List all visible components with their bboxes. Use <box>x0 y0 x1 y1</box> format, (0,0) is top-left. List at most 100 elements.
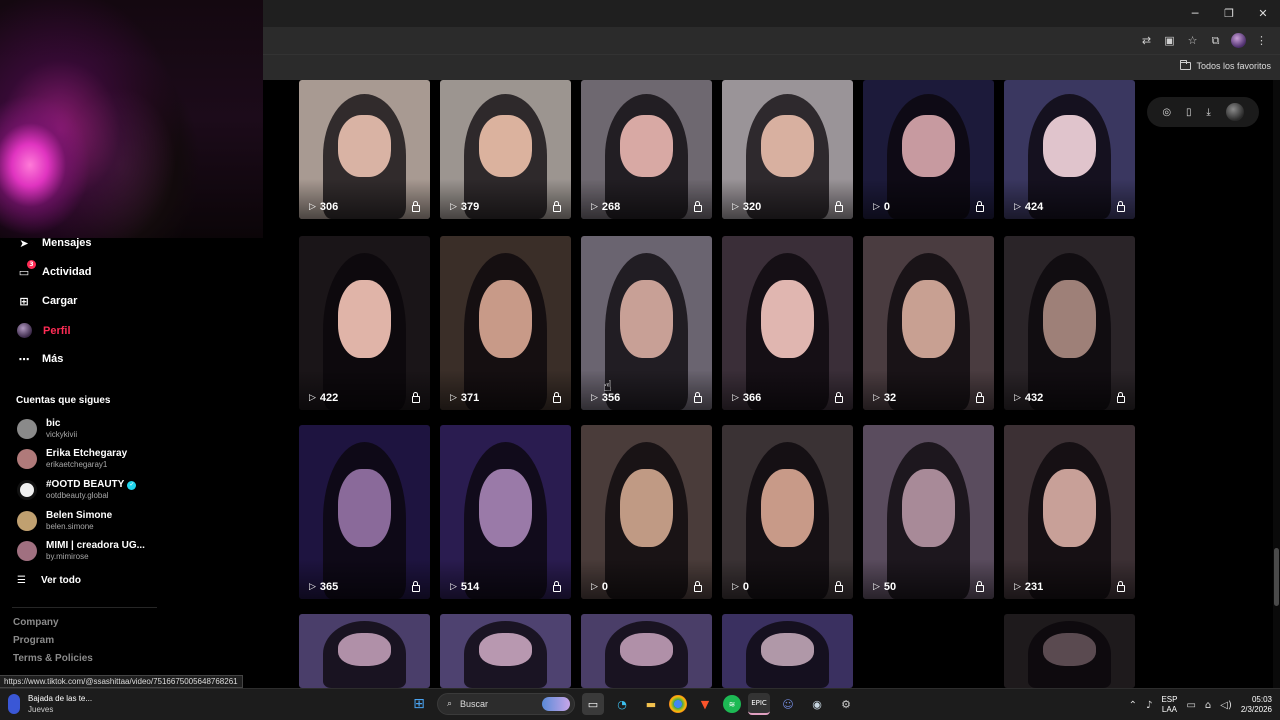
thumbnail-shade <box>440 179 571 219</box>
thumbnail-face <box>620 114 673 178</box>
play-icon: ▷ <box>873 582 880 592</box>
footer-link-program[interactable]: Program <box>13 635 54 646</box>
footer-link-terms[interactable]: Terms & Policies <box>13 653 93 664</box>
lock-icon <box>412 581 420 592</box>
avatar[interactable] <box>1225 103 1244 121</box>
play-count-value: 365 <box>319 581 339 593</box>
video-thumbnail[interactable]: ▷ 306 <box>299 80 430 219</box>
video-thumbnail[interactable]: ▷ 365 <box>299 425 430 599</box>
video-thumbnail[interactable] <box>440 614 571 688</box>
bookmarks-bar: Todos los favoritos <box>263 54 1280 80</box>
menu-icon[interactable]: ⋮ <box>1253 32 1270 49</box>
video-thumbnail[interactable]: ▷ 432 <box>1004 236 1135 410</box>
following-account[interactable]: bic vickykivii <box>17 418 77 440</box>
video-thumbnail[interactable]: ▷ 231 <box>1004 425 1135 599</box>
brave-icon[interactable]: ▼ <box>694 693 716 715</box>
video-thumbnail[interactable]: ▷ 366 <box>722 236 853 410</box>
video-thumbnail[interactable] <box>581 614 712 688</box>
video-thumbnail[interactable]: ▷ 424 <box>1004 80 1135 219</box>
video-thumbnail[interactable]: ▷ 0 <box>722 425 853 599</box>
video-thumbnail[interactable]: ▷ 514 <box>440 425 571 599</box>
video-thumbnail[interactable]: ▷ 379 <box>440 80 571 219</box>
play-count-value: 432 <box>1024 392 1044 404</box>
account-username: vickykivii <box>46 430 78 439</box>
windows-start-icon[interactable]: ⊞ <box>408 693 430 715</box>
account-name: bic <box>46 418 61 429</box>
extensions-icon[interactable]: ⧉ <box>1207 32 1224 49</box>
following-account[interactable]: Belen Simone belen.simone <box>17 510 112 532</box>
chrome-icon[interactable] <box>669 695 687 713</box>
video-thumbnail[interactable]: ▷ 320 <box>722 80 853 219</box>
profile-avatar[interactable] <box>1230 32 1247 49</box>
video-thumbnail[interactable]: ▷ 371 <box>440 236 571 410</box>
translate-icon[interactable]: ⇄ <box>1138 32 1155 49</box>
play-icon: ▷ <box>732 202 739 212</box>
taskbar: Bajada de las te... Jueves ⊞ ⌕ Buscar ▭ … <box>0 688 1280 720</box>
play-icon: ▷ <box>309 582 316 592</box>
clock[interactable]: 05:03 2/3/2026 <box>1241 695 1272 715</box>
lock-icon <box>835 581 843 592</box>
download-icon[interactable]: ⤓ <box>1206 107 1210 118</box>
settings-icon[interactable]: ⚙ <box>835 693 857 715</box>
nav-activity[interactable]: ▭ 3 Actividad <box>17 260 92 279</box>
following-account[interactable]: MIMI | creadora UG... by.mimirose <box>17 540 145 562</box>
discord-icon[interactable]: ☺ <box>777 693 799 715</box>
lock-icon <box>694 201 702 212</box>
lock-icon <box>412 392 420 403</box>
compass-icon[interactable]: ◎ <box>1162 107 1171 118</box>
chevron-up-icon[interactable]: ⌃ <box>1129 700 1137 711</box>
task-view-icon[interactable]: ▭ <box>582 693 604 715</box>
account-name-row: #OOTD BEAUTY ✓ <box>46 479 137 491</box>
play-count-value: 422 <box>319 392 339 404</box>
taskbar-widget[interactable]: Bajada de las te... Jueves <box>8 693 92 715</box>
video-thumbnail[interactable]: ▷ 422 <box>299 236 430 410</box>
play-count: ▷ 432 <box>1014 392 1043 404</box>
thumbnail-face <box>902 468 955 547</box>
footer-link-company[interactable]: Company <box>13 617 59 628</box>
widget-subtitle: Jueves <box>28 705 54 714</box>
video-thumbnail[interactable]: ▷ 356 <box>581 236 712 410</box>
lock-icon <box>553 392 561 403</box>
floating-toolbar: ◎ ▯ ⤓ <box>1147 97 1259 127</box>
edge-icon[interactable]: ◔ <box>611 693 633 715</box>
account-name: MIMI | creadora UG... <box>46 540 145 551</box>
play-count-value: 379 <box>460 201 480 213</box>
monitor-icon[interactable]: ▭ <box>1186 700 1195 711</box>
video-thumbnail[interactable]: ▷ 32 <box>863 236 994 410</box>
file-explorer-icon[interactable]: ▬ <box>640 693 662 715</box>
star-icon[interactable]: ☆ <box>1184 32 1201 49</box>
microphone-tray-icon[interactable]: ♪ <box>1146 700 1152 711</box>
nav-messages[interactable]: ➤ Mensajes <box>17 236 91 250</box>
restore-button[interactable]: ❐ <box>1212 0 1246 27</box>
all-bookmarks-button[interactable]: Todos los favoritos <box>1180 60 1271 71</box>
volume-icon[interactable]: ◁) <box>1220 700 1232 711</box>
video-thumbnail[interactable] <box>299 614 430 688</box>
search-box[interactable]: ⌕ Buscar <box>437 693 575 715</box>
following-account[interactable]: Erika Etchegaray erikaetchegaray1 <box>17 448 127 470</box>
scrollbar-thumb[interactable] <box>1274 548 1279 606</box>
cast-icon[interactable]: ▣ <box>1161 32 1178 49</box>
spotify-icon[interactable]: ≋ <box>723 695 741 713</box>
nav-profile[interactable]: Perfil <box>17 323 71 338</box>
phone-icon[interactable]: ▯ <box>1186 107 1192 118</box>
status-bar-url: https://www.tiktok.com/@ssashittaa/video… <box>0 675 243 688</box>
video-thumbnail[interactable]: ▷ 0 <box>863 80 994 219</box>
network-icon[interactable]: ⌂ <box>1205 700 1211 711</box>
video-thumbnail[interactable] <box>863 614 994 688</box>
steam-icon[interactable]: ◉ <box>806 693 828 715</box>
video-thumbnail[interactable]: ▷ 50 <box>863 425 994 599</box>
nav-more[interactable]: ⋯ Más <box>17 352 64 366</box>
nav-upload[interactable]: ⊞ Cargar <box>17 294 77 308</box>
following-account[interactable]: #OOTD BEAUTY ✓ ootdbeauty.global <box>17 479 137 501</box>
video-thumbnail[interactable]: ▷ 268 <box>581 80 712 219</box>
minimize-button[interactable]: ─ <box>1178 0 1212 27</box>
video-thumbnail[interactable]: ▷ 0 <box>581 425 712 599</box>
see-all-button[interactable]: ☰ Ver todo <box>17 575 81 586</box>
thumbnail-shade <box>440 559 571 599</box>
language-indicator[interactable]: ESP LAA <box>1161 695 1177 715</box>
close-button[interactable]: ✕ <box>1246 0 1280 27</box>
video-thumbnail[interactable] <box>1004 614 1135 688</box>
video-thumbnail[interactable] <box>722 614 853 688</box>
thumbnail-face <box>338 114 391 178</box>
epic-games-icon[interactable]: EPIC <box>748 693 770 715</box>
